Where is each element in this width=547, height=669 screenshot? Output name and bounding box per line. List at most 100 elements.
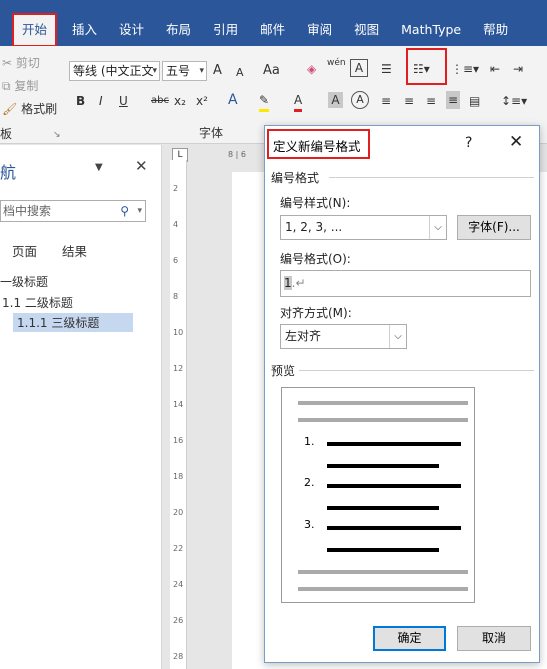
tab-mathtype[interactable]: MathType [391, 14, 471, 46]
alignment-select[interactable]: 左对齐 ⌵ [280, 324, 407, 349]
preview-text-line [327, 506, 439, 510]
nav-tabs: 页面 结果 [12, 241, 87, 260]
close-button[interactable]: ✕ [509, 132, 523, 152]
numbering-icon[interactable]: ☷▾ [413, 60, 430, 78]
distributed-icon[interactable]: ▤ [469, 92, 480, 110]
paintbrush-icon: 🖌 [2, 102, 18, 116]
nav-heading-level-3[interactable]: 1.1.1 三级标题 [13, 313, 133, 332]
multilevel-list-icon[interactable]: ⋮≡▾ [451, 60, 479, 78]
tab-insert[interactable]: 插入 [62, 14, 107, 46]
preview-text-line [327, 526, 461, 530]
ribbon-tabs: 开始 插入 设计 布局 引用 邮件 审阅 视图 MathType 帮助 [0, 13, 547, 47]
preview-divider [299, 370, 534, 371]
underline-button[interactable]: U [119, 92, 128, 110]
format-painter-label: 格式刷 [21, 102, 58, 116]
cut-button[interactable]: ✂ 剪切 [2, 54, 40, 72]
preview-text-line [327, 484, 461, 488]
nav-pane-title: 航 [0, 163, 17, 182]
nav-search-input[interactable]: 档中搜索 ⚲ ▾ [0, 200, 146, 222]
navigation-pane: 航 ▼ ✕ 档中搜索 ⚲ ▾ 页面 结果 一级标题 1.1 二级标题 1.1.1… [0, 145, 162, 669]
tab-layout[interactable]: 布局 [156, 14, 201, 46]
align-left-icon[interactable]: ≡ [381, 92, 391, 110]
bullets-icon[interactable]: ☰ [381, 60, 392, 78]
decrease-indent-icon[interactable]: ⇤ [490, 60, 500, 78]
clear-format-icon[interactable]: ◈ [307, 60, 316, 78]
chevron-down-icon[interactable]: ▼ [95, 159, 103, 177]
ok-button[interactable]: 确定 [373, 626, 446, 651]
text-effects-icon[interactable]: A [228, 91, 238, 109]
dialog-launcher-icon[interactable]: ↘ [53, 126, 61, 144]
justify-icon[interactable]: ≡ [446, 91, 461, 109]
number-style-select[interactable]: 1, 2, 3, ... ⌵ [280, 215, 447, 240]
line-spacing-icon[interactable]: ↕≡▾ [501, 92, 527, 110]
clipboard-group-label: 板 [0, 127, 13, 141]
bold-button[interactable]: B [76, 92, 85, 110]
close-icon[interactable]: ✕ [135, 157, 148, 175]
preview-text-line [327, 548, 439, 552]
align-center-icon[interactable]: ≡ [404, 92, 414, 110]
preview-text-line [327, 442, 461, 446]
number-format-input[interactable]: 1.↵ [280, 270, 531, 297]
number-format-label: 编号格式(O): [280, 252, 351, 266]
nav-tab-results[interactable]: 结果 [62, 241, 87, 260]
enclose-character-icon[interactable]: A [351, 91, 369, 109]
nav-heading-level-1[interactable]: 一级标题 [0, 273, 48, 290]
preview-number-1: 1. [304, 435, 315, 448]
subscript-button[interactable]: x₂ [174, 92, 186, 110]
preview-text-line [327, 464, 439, 468]
help-button[interactable]: ? [465, 135, 472, 151]
search-icon[interactable]: ⚲ [120, 201, 129, 221]
align-right-icon[interactable]: ≡ [426, 92, 436, 110]
tab-mailings[interactable]: 邮件 [250, 14, 295, 46]
font-name-value: 等线 (中文正文 [73, 64, 154, 78]
preview-label: 预览 [271, 364, 296, 378]
tab-design[interactable]: 设计 [109, 14, 154, 46]
tab-review[interactable]: 审阅 [297, 14, 342, 46]
cancel-button[interactable]: 取消 [457, 626, 531, 651]
horizontal-ruler: 8 | 6 [228, 150, 246, 159]
preview-number-3: 3. [304, 518, 315, 531]
nav-heading-level-2[interactable]: 1.1 二级标题 [2, 294, 73, 311]
tab-help[interactable]: 帮助 [473, 14, 518, 46]
change-case-button[interactable]: Aa [263, 62, 280, 80]
font-color-icon[interactable]: A [294, 91, 303, 112]
chevron-down-icon[interactable]: ▾ [137, 201, 142, 221]
section-divider [329, 177, 534, 178]
character-border-button[interactable]: A [350, 59, 368, 77]
dialog-title: 定义新编号格式 [273, 139, 361, 154]
chevron-down-icon: ⌵ [389, 325, 406, 348]
italic-button[interactable]: I [99, 92, 103, 110]
chevron-down-icon: ▾ [152, 66, 157, 76]
scissors-icon: ✂ [2, 56, 13, 70]
copy-icon: ⧉ [2, 79, 11, 93]
copy-button[interactable]: ⧉ 复制 [2, 77, 38, 95]
grow-font-button[interactable]: A [213, 62, 222, 80]
preview-number-2: 2. [304, 476, 315, 489]
nav-tab-pages[interactable]: 页面 [12, 241, 37, 260]
highlight-color-icon[interactable]: ✎ [259, 91, 270, 112]
tab-view[interactable]: 视图 [344, 14, 389, 46]
font-size-select[interactable]: 五号 ▾ [162, 61, 207, 81]
define-number-format-dialog: 定义新编号格式 ? ✕ 编号格式 编号样式(N): 1, 2, 3, ... ⌵… [264, 125, 540, 663]
preview-gray-line [298, 418, 468, 422]
number-style-value: 1, 2, 3, ... [285, 220, 343, 234]
tab-references[interactable]: 引用 [203, 14, 248, 46]
increase-indent-icon[interactable]: ⇥ [513, 60, 523, 78]
strikethrough-button[interactable]: abc [151, 92, 169, 110]
number-format-rest-text: .↵ [291, 276, 306, 290]
phonetic-guide-button[interactable]: wén [327, 58, 346, 68]
tab-home[interactable]: 开始 [11, 13, 58, 47]
font-button[interactable]: 字体(F)... [457, 215, 531, 240]
character-shading-icon[interactable]: A [328, 92, 343, 108]
superscript-button[interactable]: x² [196, 92, 208, 110]
alignment-value: 左对齐 [285, 329, 322, 343]
number-style-label: 编号样式(N): [280, 196, 351, 210]
preview-gray-line [298, 587, 468, 591]
format-painter-button[interactable]: 🖌 格式刷 [2, 100, 57, 118]
preview-gray-line [298, 570, 468, 574]
font-name-select[interactable]: 等线 (中文正文 ▾ [69, 61, 160, 81]
shrink-font-button[interactable]: A [236, 64, 244, 82]
number-format-selected-text: 1 [284, 276, 292, 290]
chevron-down-icon: ⌵ [429, 216, 446, 239]
alignment-label: 对齐方式(M): [280, 306, 352, 320]
